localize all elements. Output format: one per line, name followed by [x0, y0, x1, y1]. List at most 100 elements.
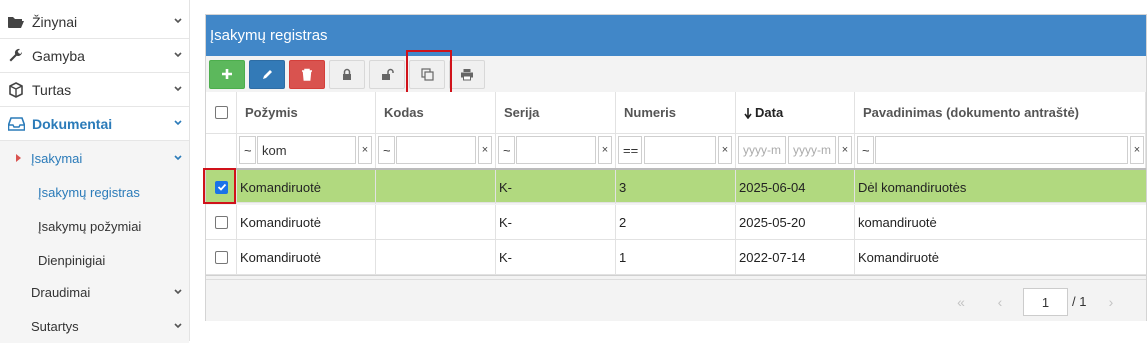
- unlock-icon: [381, 68, 394, 80]
- folder-open-icon: [7, 13, 25, 31]
- clear-filter-button[interactable]: ×: [838, 136, 852, 164]
- chevron-down-icon: [174, 18, 182, 24]
- select-all-checkbox[interactable]: [215, 106, 228, 119]
- clear-filter-button[interactable]: ×: [358, 136, 372, 164]
- sidebar-item-label: Įsakymų požymiai: [38, 218, 142, 234]
- sidebar-item-label: Įsakymų registras: [38, 184, 140, 200]
- filter-input-kodas[interactable]: [396, 136, 476, 164]
- cell-kodas: [376, 170, 496, 204]
- sidebar-item-label: Žinynai: [32, 13, 78, 30]
- sidebar-item-label: Turtas: [32, 81, 72, 98]
- registry-panel: Įsakymų registras Požymis Kodas Serija N…: [203, 14, 1147, 321]
- print-icon: [461, 68, 473, 80]
- cell-pozymis: Komandiruotė: [237, 240, 376, 274]
- column-header-pavadinimas[interactable]: Pavadinimas (dokumento antraštė): [855, 92, 1146, 134]
- cell-numeris: 3: [616, 170, 736, 204]
- filter-input-pavadinimas[interactable]: [875, 136, 1128, 164]
- filter-operator[interactable]: ==: [618, 136, 642, 164]
- row-select-cell: [206, 205, 237, 239]
- date-from-input[interactable]: yyyy-m: [738, 136, 786, 164]
- filter-input-serija[interactable]: [516, 136, 596, 164]
- plus-icon: [222, 69, 232, 79]
- pencil-icon: [262, 69, 272, 79]
- column-header-label: Data: [755, 105, 784, 120]
- add-button[interactable]: [209, 59, 245, 89]
- cube-icon: [7, 81, 25, 99]
- sidebar-item-zinynai[interactable]: Žinynai: [0, 5, 189, 39]
- delete-button[interactable]: [289, 59, 325, 89]
- filter-operator[interactable]: ~: [239, 136, 256, 164]
- next-page-button[interactable]: ›: [1094, 288, 1128, 316]
- prev-page-button[interactable]: ‹: [983, 288, 1017, 316]
- sidebar-item-isakymu-registras[interactable]: Įsakymų registras: [0, 175, 189, 209]
- column-header-numeris[interactable]: Numeris: [616, 92, 736, 134]
- sidebar-item-gamyba[interactable]: Gamyba: [0, 39, 189, 73]
- filter-operator[interactable]: ~: [857, 136, 874, 164]
- filter-operator[interactable]: ~: [498, 136, 515, 164]
- sidebar-item-label: Sutartys: [31, 318, 79, 334]
- filter-cell-kodas: ~ ×: [376, 134, 496, 168]
- cell-serija: K-: [496, 240, 616, 274]
- caret-right-icon: [16, 154, 21, 162]
- row-select-cell: [206, 240, 237, 274]
- first-page-button[interactable]: «: [944, 288, 978, 316]
- sidebar-item-turtas[interactable]: Turtas: [0, 73, 189, 107]
- column-header-kodas[interactable]: Kodas: [376, 92, 496, 134]
- cell-pozymis: Komandiruotė: [237, 205, 376, 239]
- trash-icon: [302, 68, 312, 81]
- sidebar-item-label: Draudimai: [31, 284, 91, 300]
- filter-input-numeris[interactable]: [644, 136, 716, 164]
- clear-filter-button[interactable]: ×: [598, 136, 612, 164]
- sidebar-item-isakymai[interactable]: Įsakymai: [0, 141, 189, 175]
- column-header-data[interactable]: Data: [736, 92, 855, 134]
- row-checkbox[interactable]: [215, 215, 228, 229]
- cell-data: 2025-05-20: [736, 205, 855, 239]
- lock-button[interactable]: [329, 59, 365, 89]
- chevron-down-icon: [174, 289, 182, 295]
- sidebar-item-dienpinigiai[interactable]: Dienpinigiai: [0, 243, 189, 277]
- chevron-down-icon: [174, 323, 182, 329]
- sort-down-icon: [744, 107, 752, 119]
- row-checkbox-highlight: [203, 168, 236, 204]
- cell-pavadinimas: Komandiruotė: [858, 249, 939, 265]
- cell-serija: K-: [496, 170, 616, 204]
- table-row[interactable]: Komandiruotė K- 2 2025-05-20 komandiruot…: [206, 205, 1146, 240]
- chevron-down-icon: [174, 86, 182, 92]
- column-header-pozymis[interactable]: Požymis: [237, 92, 376, 134]
- table-row[interactable]: Komandiruotė K- 3 2025-06-04 Dėl komandi…: [206, 168, 1146, 204]
- page-number-input[interactable]: 1: [1023, 288, 1068, 316]
- print-button[interactable]: [449, 59, 485, 89]
- panel-title: Įsakymų registras: [206, 15, 1146, 56]
- column-header-serija[interactable]: Serija: [496, 92, 616, 134]
- cell-data: 2025-06-04: [736, 170, 855, 204]
- chevron-down-icon: [174, 52, 182, 58]
- chevron-down-icon: [174, 155, 182, 161]
- cell-numeris: 2: [616, 205, 736, 239]
- wrench-icon: [7, 47, 25, 65]
- sidebar-item-label: Gamyba: [32, 47, 85, 64]
- sidebar-item-label: Dienpinigiai: [38, 252, 106, 268]
- filter-cell-pavadinimas: ~ ×: [855, 134, 1146, 168]
- chevron-down-icon: [174, 120, 182, 126]
- unlock-button[interactable]: [369, 59, 405, 89]
- filter-operator[interactable]: ~: [378, 136, 395, 164]
- sidebar-item-label: Įsakymai: [31, 150, 83, 166]
- sidebar-item-draudimai[interactable]: Draudimai: [0, 275, 189, 309]
- table-row[interactable]: Komandiruotė K- 1 2022-07-14 Komandiruot…: [206, 240, 1146, 275]
- cell-data: 2022-07-14: [736, 240, 855, 274]
- toolbar: [206, 56, 1146, 92]
- sidebar-item-isakymu-pozymiai[interactable]: Įsakymų požymiai: [0, 209, 189, 243]
- clear-filter-button[interactable]: ×: [718, 136, 732, 164]
- edit-button[interactable]: [249, 59, 285, 89]
- clear-filter-button[interactable]: ×: [478, 136, 492, 164]
- sidebar-item-sutartys[interactable]: Sutartys: [0, 309, 189, 343]
- sidebar-item-dokumentai[interactable]: Dokumentai: [0, 107, 189, 141]
- filter-input-pozymis[interactable]: kom: [257, 136, 356, 164]
- filter-cell-empty: [206, 134, 237, 168]
- page-total: / 1: [1072, 294, 1087, 309]
- filter-cell-pozymis: ~ kom ×: [237, 134, 376, 168]
- clear-filter-button[interactable]: ×: [1130, 136, 1144, 164]
- date-to-input[interactable]: yyyy-m: [788, 136, 836, 164]
- cell-numeris: 1: [616, 240, 736, 274]
- row-checkbox[interactable]: [215, 250, 228, 264]
